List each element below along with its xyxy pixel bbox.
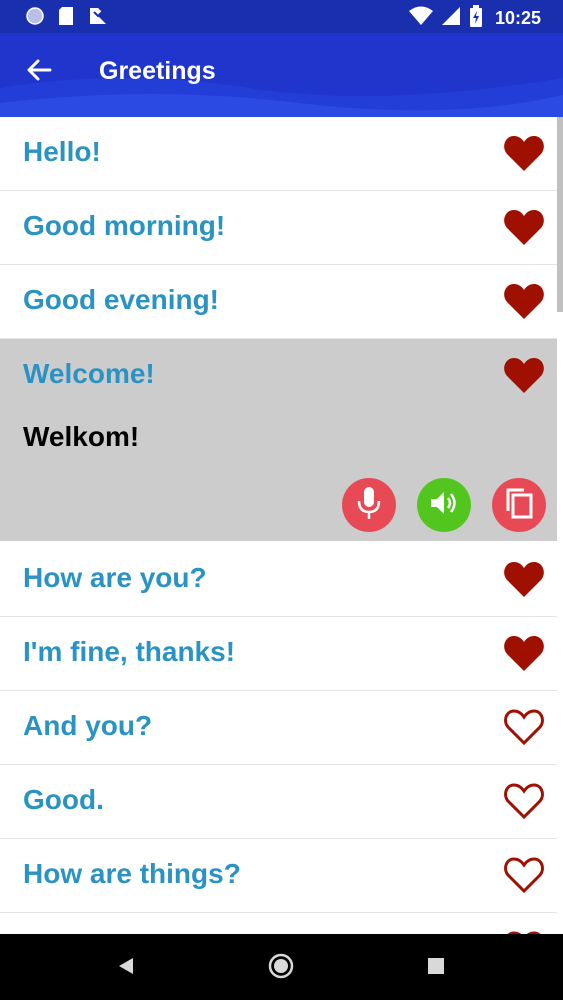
phrase-row[interactable]: I'm fine, thanks!: [0, 617, 557, 691]
app-bar: Greetings: [0, 33, 563, 117]
nav-recents-button[interactable]: [422, 954, 450, 982]
copy-icon: [504, 487, 534, 524]
phrase-row[interactable]: How are you?: [0, 543, 557, 617]
phrase-row[interactable]: Good evening!: [0, 265, 557, 339]
phrase-text: Hello!: [23, 136, 101, 167]
heart-filled-icon[interactable]: [503, 282, 545, 320]
battery-icon: [469, 5, 483, 32]
status-bar: 10:25: [0, 0, 563, 33]
heart-filled-icon[interactable]: [503, 634, 545, 672]
home-circle-icon: [268, 953, 294, 984]
record-button[interactable]: [342, 478, 396, 532]
heart-filled-icon[interactable]: [503, 134, 545, 172]
nav-home-button[interactable]: [267, 953, 295, 984]
system-nav-bar: [0, 934, 563, 1000]
heart-filled-icon[interactable]: [503, 560, 545, 598]
phrase-text: And you?: [23, 710, 153, 741]
heart-filled-icon[interactable]: [503, 356, 545, 394]
play-audio-button[interactable]: [417, 478, 471, 532]
back-triangle-icon: [117, 956, 135, 981]
phrase-text: How are you?: [23, 562, 207, 593]
status-time: 10:25: [494, 8, 541, 28]
phrase-row[interactable]: Hello!: [0, 117, 557, 191]
copy-button[interactable]: [492, 478, 546, 532]
translation-text: Welkom!: [23, 421, 140, 452]
speaker-icon: [429, 490, 459, 521]
phrase-row[interactable]: How are things?: [0, 839, 557, 913]
scrollbar[interactable]: [557, 117, 563, 312]
phrase-list: Hello! Good morning! Good evening! Welco…: [0, 117, 557, 987]
phrase-row[interactable]: Good.: [0, 765, 557, 839]
download-icon: [88, 6, 108, 31]
wifi-icon: [408, 6, 433, 31]
heart-outline-icon[interactable]: [503, 782, 545, 820]
phrase-row[interactable]: Good morning!: [0, 191, 557, 265]
phrase-row-expanded[interactable]: Welcome! Welkom!: [0, 339, 557, 541]
phrase-text: Good morning!: [23, 210, 226, 241]
mic-icon: [357, 486, 381, 525]
recents-square-icon: [427, 957, 445, 980]
phrase-text: How are things?: [23, 858, 241, 889]
heart-outline-icon[interactable]: [503, 708, 545, 746]
sd-card-icon: [58, 6, 74, 31]
phrase-row[interactable]: And you?: [0, 691, 557, 765]
phrase-text: Good.: [23, 784, 104, 815]
heart-outline-icon[interactable]: [503, 856, 545, 894]
arrow-left-icon: [26, 59, 52, 86]
signal-icon: [441, 6, 461, 31]
heart-filled-icon[interactable]: [503, 208, 545, 246]
circle-icon: [26, 7, 44, 30]
phrase-text: Welcome!: [23, 358, 155, 389]
back-button[interactable]: [22, 55, 56, 89]
nav-back-button[interactable]: [112, 954, 140, 982]
phrase-text: Good evening!: [23, 284, 219, 315]
page-title: Greetings: [99, 57, 216, 85]
phrase-text: I'm fine, thanks!: [23, 636, 236, 667]
